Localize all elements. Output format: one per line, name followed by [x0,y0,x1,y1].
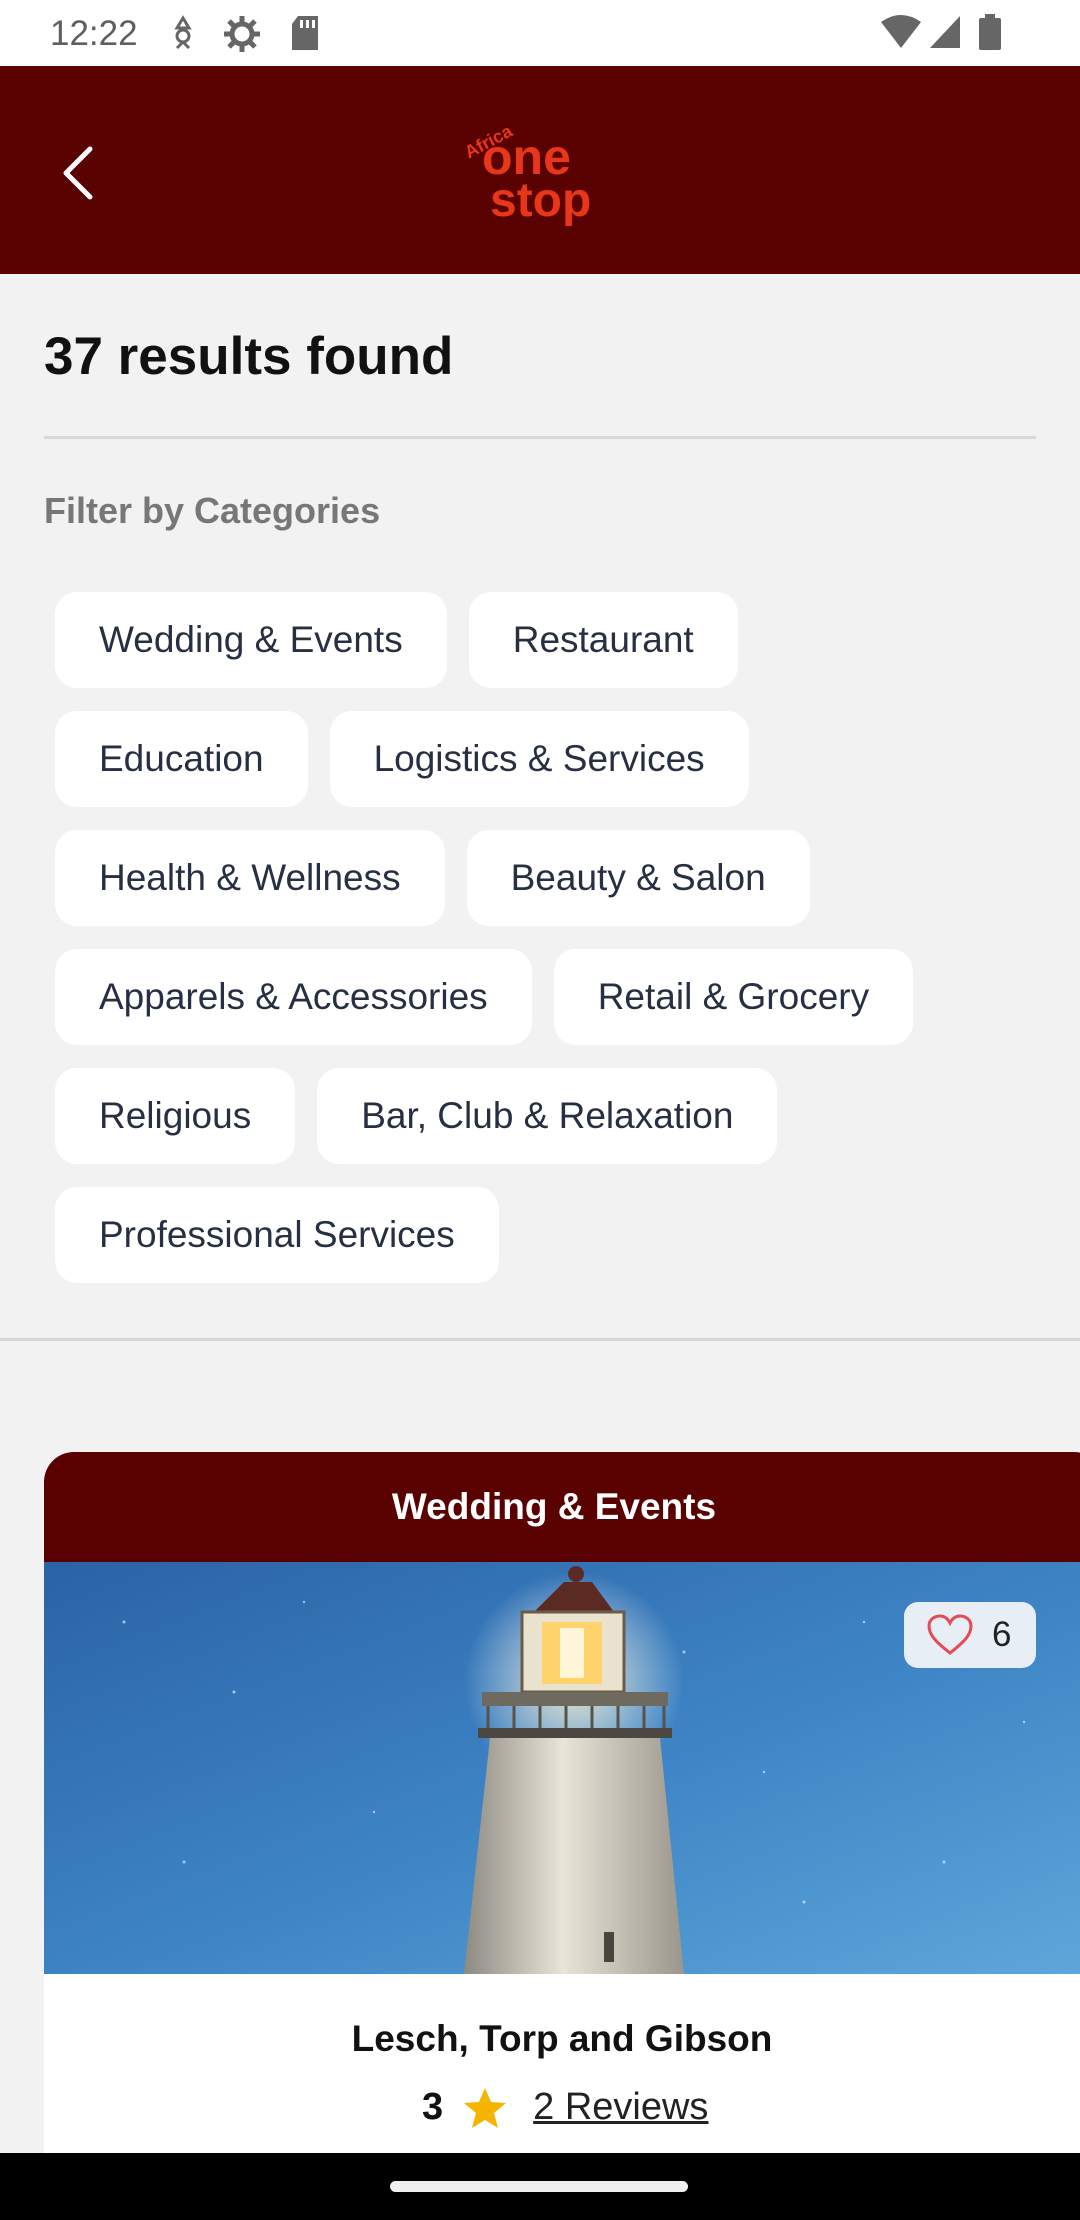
category-chip[interactable]: Professional Services [55,1187,499,1283]
divider [44,436,1036,439]
category-chip[interactable]: Wedding & Events [55,592,447,688]
wifi-icon [881,15,921,48]
chevron-left-icon [63,146,93,200]
heart-icon [927,1614,973,1655]
status-bar: 12:22 [0,0,1080,66]
signal-icon [930,16,960,48]
category-chip[interactable]: Beauty & Salon [466,830,810,926]
sd-card-icon [292,16,318,50]
like-count: 6 [992,1615,1012,1654]
battery-icon [979,14,1001,50]
status-time: 12:22 [50,14,138,53]
category-chip[interactable]: Restaurant [468,592,738,688]
home-gesture-handle[interactable] [390,2181,688,2192]
category-chip[interactable]: Education [55,711,308,807]
category-chip[interactable]: Apparels & Accessories [55,949,532,1045]
listing-image[interactable]: 6 [44,1562,1080,1974]
settings-icon [224,16,260,52]
results-content[interactable]: 37 results found Filter by Categories We… [0,274,1080,2153]
divider [0,1338,1080,1341]
listing-details: Lesch, Torp and Gibson 3 2 Reviews [44,1974,1080,2153]
listing-category-header: Wedding & Events [44,1452,1080,1562]
app-logo[interactable]: Africa one stop [460,116,620,226]
listing-card[interactable]: Wedding & Events 6 Lesch, Torp and Gibso… [44,1452,1080,2153]
category-chip[interactable]: Retail & Grocery [553,949,914,1045]
reviews-link[interactable]: 2 Reviews [533,2086,708,2129]
category-chip[interactable]: Logistics & Services [329,711,749,807]
system-navigation-bar [0,2153,1080,2220]
debug-icon [174,15,192,50]
rating-value: 3 [422,2086,444,2128]
listing-category-label: Wedding & Events [391,1486,717,1527]
results-count-heading: 37 results found [44,327,454,386]
category-chip[interactable]: Religious [55,1068,296,1164]
star-icon [464,2087,507,2128]
listing-name[interactable]: Lesch, Torp and Gibson [44,2018,1080,2060]
rating-row: 3 2 Reviews [422,2086,708,2129]
category-chip-list: Wedding & Events Restaurant Education Lo… [55,592,1055,1306]
logo-main-text-bottom: stop [490,174,591,226]
category-chip[interactable]: Health & Wellness [55,830,445,926]
filter-categories-title: Filter by Categories [44,490,381,531]
like-button[interactable]: 6 [904,1602,1036,1668]
back-button[interactable] [50,133,110,213]
category-chip[interactable]: Bar, Club & Relaxation [317,1068,778,1164]
